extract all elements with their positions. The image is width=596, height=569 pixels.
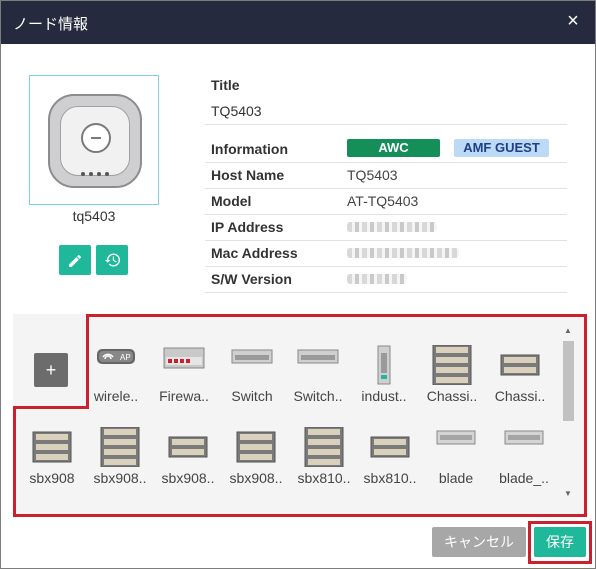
chassis-icon xyxy=(225,427,287,467)
device-type-label: sbx810.. xyxy=(363,470,417,486)
device-type-item[interactable]: Chassi.. xyxy=(421,341,483,423)
scroll-up-icon[interactable]: ▲ xyxy=(564,326,572,335)
node-info-dialog: ノード情報 × tq5403 Title TQ5403 Information … xyxy=(0,0,596,569)
device-type-item[interactable]: sbx908.. xyxy=(89,423,151,505)
cancel-button[interactable]: キャンセル xyxy=(432,527,526,557)
device-type-item[interactable]: Firewa.. xyxy=(153,341,215,423)
device-type-label: sbx908.. xyxy=(93,470,147,486)
sw-row: S/W Version xyxy=(205,267,567,293)
device-type-label: sbx908.. xyxy=(229,470,283,486)
blade-icon xyxy=(493,427,555,447)
mac-key: Mac Address xyxy=(211,245,298,261)
switch-icon xyxy=(287,345,349,367)
device-type-label: Switch.. xyxy=(293,388,343,404)
chassis-icon xyxy=(489,345,551,385)
device-type-label: wirele.. xyxy=(93,388,139,404)
chassis-icon xyxy=(293,427,355,467)
chassis-icon xyxy=(157,427,219,467)
device-type-label: Chassi.. xyxy=(426,388,478,404)
awc-badge: AWC xyxy=(347,139,440,157)
add-icon-button[interactable]: + xyxy=(34,353,68,387)
device-type-item[interactable]: blade xyxy=(425,423,487,505)
hostname-value: TQ5403 xyxy=(347,167,398,183)
title-value-row: TQ5403 xyxy=(205,99,567,125)
device-type-item[interactable]: sbx810.. xyxy=(359,423,421,505)
device-type-label: sbx810.. xyxy=(297,470,351,486)
industrial-switch-icon xyxy=(353,345,415,385)
switch-icon xyxy=(221,345,283,367)
ip-row: IP Address xyxy=(205,215,567,241)
dialog-titlebar: ノード情報 × xyxy=(1,1,595,44)
device-type-label: sbx908.. xyxy=(161,470,215,486)
scroll-down-icon[interactable]: ▼ xyxy=(564,489,572,498)
chassis-icon xyxy=(359,427,421,467)
ip-key: IP Address xyxy=(211,219,284,235)
scrollbar[interactable]: ▲ ▼ xyxy=(561,323,576,503)
device-type-label: blade_.. xyxy=(499,470,549,486)
information-row: Information AWC AMF GUEST xyxy=(205,137,567,163)
device-type-item[interactable]: AP wirele.. xyxy=(85,341,147,423)
device-type-item[interactable]: sbx908 xyxy=(21,423,83,505)
sw-key: S/W Version xyxy=(211,271,292,287)
chassis-icon xyxy=(89,427,151,467)
model-value: AT-TQ5403 xyxy=(347,193,419,209)
hostname-row: Host Name TQ5403 xyxy=(205,163,567,189)
device-type-label: indust.. xyxy=(361,388,407,404)
device-type-label: Firewa.. xyxy=(159,388,209,404)
ip-value-redacted xyxy=(347,219,437,235)
save-button[interactable]: 保存 xyxy=(534,527,586,557)
information-key: Information xyxy=(211,141,288,157)
chassis-icon xyxy=(421,345,483,385)
device-type-label: blade xyxy=(438,470,474,486)
wireless-ap-icon: AP xyxy=(85,345,147,367)
model-row: Model AT-TQ5403 xyxy=(205,189,567,215)
device-type-label: sbx908 xyxy=(29,470,75,486)
scrollbar-thumb[interactable] xyxy=(563,341,574,421)
blade-icon xyxy=(425,427,487,447)
node-label: tq5403 xyxy=(72,208,116,224)
close-icon[interactable]: × xyxy=(563,10,583,32)
svg-text:AP: AP xyxy=(120,353,131,362)
device-type-item[interactable]: Switch.. xyxy=(287,341,349,423)
title-key: Title xyxy=(211,77,240,93)
device-type-label: Switch xyxy=(231,388,273,404)
device-type-item[interactable]: Chassi.. xyxy=(489,341,551,423)
amf-guest-badge: AMF GUEST xyxy=(454,139,549,157)
pencil-icon xyxy=(69,254,82,267)
firewall-icon xyxy=(153,345,215,371)
title-row: Title xyxy=(205,73,567,99)
device-type-item[interactable]: sbx908.. xyxy=(225,423,287,505)
sw-value-redacted xyxy=(347,271,407,287)
device-type-item[interactable]: blade_.. xyxy=(493,423,555,505)
mac-value-redacted xyxy=(347,245,459,261)
device-type-item[interactable]: Switch xyxy=(221,341,283,423)
title-value: TQ5403 xyxy=(211,103,262,119)
chassis-icon xyxy=(21,427,83,467)
edit-button[interactable] xyxy=(59,245,91,275)
wireless-ap-icon xyxy=(48,94,142,188)
hostname-key: Host Name xyxy=(211,167,285,183)
device-type-label: Chassi.. xyxy=(494,388,546,404)
device-type-item[interactable]: sbx908.. xyxy=(157,423,219,505)
history-icon xyxy=(105,253,120,267)
mac-row: Mac Address xyxy=(205,241,567,267)
node-image xyxy=(29,75,159,205)
model-key: Model xyxy=(211,193,252,209)
device-type-item[interactable]: sbx810.. xyxy=(293,423,355,505)
history-button[interactable] xyxy=(96,245,128,275)
dialog-title: ノード情報 xyxy=(13,16,89,33)
device-type-item[interactable]: indust.. xyxy=(353,341,415,423)
